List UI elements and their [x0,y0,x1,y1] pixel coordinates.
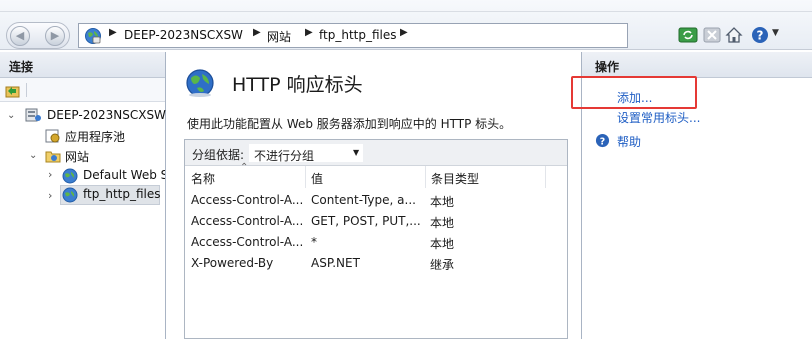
app-pool-icon [45,129,60,143]
http-headers-icon [186,69,214,97]
column-header-name[interactable]: 名称 [185,166,305,188]
server-globe-icon [85,28,101,44]
chevron-right-icon: ▶ [109,27,117,38]
cell-type: 本地 [430,216,455,230]
dropdown-arrow-icon: ▼ [353,148,360,157]
svg-text:?: ? [757,29,764,43]
address-field[interactable]: ▶ DEEP-2023NSCXSW ▶ 网站 ▶ ftp_http_files … [78,23,628,48]
nav-buttons: ◀ ▶ [6,22,70,49]
connect-icon[interactable] [5,82,21,98]
table-row[interactable]: Access-Control-A... Content-Type, a... 本… [185,190,567,210]
cell-value: GET, POST, PUT,... [311,214,421,228]
server-icon [25,108,41,122]
tree-app-pools[interactable]: 应用程序池 [65,128,125,145]
cell-name: Access-Control-A... [191,214,304,228]
table-row[interactable]: Access-Control-A... GET, POST, PUT,... 本… [185,211,567,231]
help-icon[interactable]: ? [750,25,770,45]
refresh-icon[interactable] [678,25,698,45]
crumb-sites[interactable]: 网站 [267,28,291,45]
cell-name: X-Powered-By [191,256,274,270]
expand-arrow-icon[interactable]: › [48,168,52,181]
group-select-value: 不进行分组 [254,149,315,163]
table-row[interactable]: Access-Control-A... * 本地 [185,232,567,252]
set-common-headers-link[interactable]: 设置常用标头... [617,109,700,126]
chevron-right-icon: ▶ [305,27,313,38]
site-globe-icon [62,187,78,203]
address-toolbar: ◀ ▶ ▶ DEEP-2023NSCXSW ▶ 网站 ▶ ftp_http_fi… [0,0,812,50]
cell-name: Access-Control-A... [191,235,304,249]
expand-arrow-icon[interactable]: › [48,189,52,202]
stop-icon[interactable] [702,25,722,45]
tree-site-ftp[interactable]: ftp_http_files [83,187,161,201]
table-row[interactable]: X-Powered-By ASP.NET 继承 [185,253,567,273]
cell-value: * [311,235,317,249]
connections-pane: 连接 ⌄ DEEP-2023NSCXSW 应用程序池 ⌄ 网站 › Defaul… [0,52,166,339]
tree-server[interactable]: DEEP-2023NSCXSW [47,108,166,122]
page-title: HTTP 响应标头 [232,74,363,96]
cell-value: Content-Type, a... [311,193,416,207]
chevron-right-icon: ▶ [400,27,408,38]
column-header-value[interactable]: 值 [305,166,425,188]
forward-button[interactable]: ▶ [45,26,65,46]
actions-title: 操作 [582,52,812,78]
svg-text:?: ? [600,136,605,147]
cell-name: Access-Control-A... [191,193,304,207]
column-divider[interactable] [545,166,546,188]
connections-toolbar [0,78,165,102]
collapse-arrow-icon[interactable]: ⌄ [29,150,37,161]
connections-title: 连接 [0,52,165,78]
cell-type: 继承 [430,258,455,272]
tree-sites[interactable]: 网站 [65,148,89,165]
page-description: 使用此功能配置从 Web 服务器添加到响应中的 HTTP 标头。 [187,117,512,131]
home-icon[interactable] [724,25,744,45]
help-link[interactable]: 帮助 [617,133,641,150]
group-label: 分组依据: [192,148,245,162]
highlight-box [571,76,697,109]
divider [26,83,27,97]
cell-type: 本地 [430,195,455,209]
back-button[interactable]: ◀ [10,26,30,46]
headers-list: 分组依据: 不进行分组 ▼ ⌃ 名称 值 条目类型 Access-Control… [184,139,568,339]
cell-type: 本地 [430,237,455,251]
sites-folder-icon [45,151,61,163]
tree-site-default[interactable]: Default Web S [83,168,165,182]
collapse-arrow-icon[interactable]: ⌄ [7,110,15,121]
cell-value: ASP.NET [311,256,360,270]
site-globe-icon [62,168,78,184]
group-select[interactable]: 不进行分组 ▼ [248,143,364,163]
chevron-right-icon: ▶ [253,27,261,38]
crumb-site[interactable]: ftp_http_files [319,28,397,42]
help-icon: ? [595,133,610,147]
chevron-down-icon[interactable]: ▼ [772,28,779,38]
crumb-server[interactable]: DEEP-2023NSCXSW [124,28,243,42]
column-header-type[interactable]: 条目类型 [425,166,545,188]
divider [0,11,812,12]
